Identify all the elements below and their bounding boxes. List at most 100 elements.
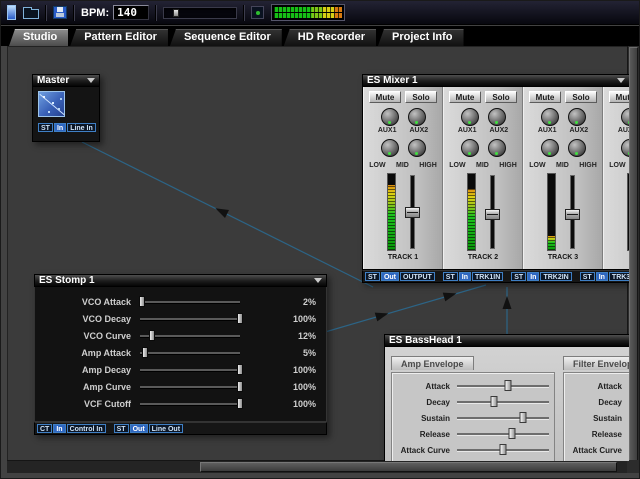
param-slider[interactable] (140, 386, 240, 388)
port-badge[interactable]: OUTPUT (400, 272, 435, 281)
port-badge[interactable]: Line In (67, 123, 96, 132)
mute-button[interactable]: Mute (449, 91, 481, 103)
basshead-titlebar[interactable]: ES BassHead 1 (384, 334, 629, 347)
param-slider[interactable] (140, 301, 240, 303)
tab-pattern-editor[interactable]: Pattern Editor (70, 29, 168, 46)
fader-cap[interactable] (405, 207, 420, 218)
param-slider[interactable] (140, 318, 240, 320)
gain-knob[interactable] (408, 139, 426, 157)
slider-thumb[interactable] (237, 364, 243, 375)
save-icon[interactable] (53, 6, 67, 19)
eq-low-label: LOW (529, 162, 545, 169)
slider-thumb[interactable] (142, 347, 148, 358)
param-slider[interactable] (457, 401, 549, 403)
stomp-titlebar[interactable]: ES Stomp 1 (34, 274, 327, 287)
param-slider[interactable] (457, 385, 549, 387)
pan-knob[interactable] (381, 139, 399, 157)
slider-thumb[interactable] (237, 381, 243, 392)
gain-knob[interactable] (568, 139, 586, 157)
aux2-knob[interactable] (568, 108, 586, 126)
port-badge[interactable]: Line Out (149, 424, 183, 433)
mute-button[interactable]: Mute (609, 91, 629, 103)
aux1-knob[interactable] (381, 108, 399, 126)
tab-project-info[interactable]: Project Info (378, 29, 464, 46)
param-label: Decay (567, 398, 629, 407)
pan-knob[interactable] (621, 139, 630, 157)
slider-thumb[interactable] (237, 398, 243, 409)
slider-thumb[interactable] (237, 313, 243, 324)
port-badge[interactable]: In (54, 123, 66, 132)
tab-hd-recorder[interactable]: HD Recorder (284, 29, 376, 46)
tempo-slider-thumb[interactable] (173, 9, 179, 17)
port-badge[interactable]: TRK2IN (540, 272, 571, 281)
tab-sequence-editor[interactable]: Sequence Editor (170, 29, 282, 46)
collapse-arrow-icon[interactable] (617, 78, 625, 83)
fader-cap[interactable] (485, 209, 500, 220)
tab-studio[interactable]: Studio (9, 29, 68, 46)
tempo-slider[interactable] (163, 7, 237, 19)
fader-cap[interactable] (565, 209, 580, 220)
param-label: Amp Decay (35, 365, 140, 375)
port-badge[interactable]: Control In (67, 424, 106, 433)
aux1-knob[interactable] (461, 108, 479, 126)
solo-button[interactable]: Solo (565, 91, 597, 103)
volume-fader[interactable] (565, 173, 580, 251)
param-slider[interactable] (140, 369, 240, 371)
param-slider[interactable] (457, 433, 549, 435)
aux1-knob[interactable] (621, 108, 630, 126)
mute-button[interactable]: Mute (529, 91, 561, 103)
slider-thumb[interactable] (504, 380, 511, 391)
port-badge[interactable]: In (596, 272, 608, 281)
studio-canvas[interactable]: Master ST In Line In ES Mixer 1 (7, 46, 629, 461)
solo-button[interactable]: Solo (405, 91, 437, 103)
horizontal-scrollbar-thumb[interactable] (200, 462, 617, 472)
solo-button[interactable]: Solo (485, 91, 517, 103)
param-slider[interactable] (457, 449, 549, 451)
slider-thumb[interactable] (139, 296, 145, 307)
waveform-display-icon[interactable] (38, 91, 65, 117)
port-badge[interactable]: ST (580, 272, 595, 281)
volume-fader[interactable] (485, 173, 500, 251)
volume-fader[interactable] (405, 173, 420, 251)
gain-knob[interactable] (488, 139, 506, 157)
port-badge[interactable]: ST (443, 272, 458, 281)
param-row: Release (567, 426, 629, 442)
port-badge[interactable]: ST (511, 272, 526, 281)
vertical-scrollbar-thumb[interactable] (629, 47, 638, 461)
port-badge[interactable]: ST (38, 123, 53, 132)
param-slider[interactable] (140, 352, 240, 354)
slider-thumb[interactable] (509, 428, 516, 439)
pan-knob[interactable] (461, 139, 479, 157)
param-label: Decay (395, 398, 457, 407)
collapse-arrow-icon[interactable] (87, 78, 95, 83)
master-titlebar[interactable]: Master (32, 74, 100, 87)
collapse-arrow-icon[interactable] (314, 278, 322, 283)
slider-thumb[interactable] (520, 412, 527, 423)
param-slider[interactable] (140, 403, 240, 405)
port-badge[interactable]: In (527, 272, 539, 281)
port-badge[interactable]: In (53, 424, 65, 433)
mixer-titlebar[interactable]: ES Mixer 1 (362, 74, 629, 87)
pan-knob[interactable] (541, 139, 559, 157)
port-badge[interactable]: Out (381, 272, 399, 281)
mute-button[interactable]: Mute (369, 91, 401, 103)
slider-thumb[interactable] (149, 330, 155, 341)
port-badge[interactable]: CT (37, 424, 52, 433)
aux1-knob[interactable] (541, 108, 559, 126)
horizontal-scrollbar[interactable] (7, 460, 629, 473)
aux2-knob[interactable] (488, 108, 506, 126)
param-slider[interactable] (457, 417, 549, 419)
port-badge[interactable]: ST (114, 424, 129, 433)
slider-thumb[interactable] (490, 396, 497, 407)
port-badge[interactable]: In (459, 272, 471, 281)
port-badge[interactable]: Out (130, 424, 148, 433)
port-badge[interactable]: ST (365, 272, 380, 281)
bpm-input[interactable]: 140 (113, 5, 149, 20)
open-folder-icon[interactable] (23, 9, 39, 19)
slider-thumb[interactable] (500, 444, 507, 455)
new-file-icon[interactable] (7, 5, 16, 20)
port-badge[interactable]: TRK1IN (472, 272, 503, 281)
port-badge[interactable]: TRK3IN (609, 272, 629, 281)
param-slider[interactable] (140, 335, 240, 337)
aux2-knob[interactable] (408, 108, 426, 126)
